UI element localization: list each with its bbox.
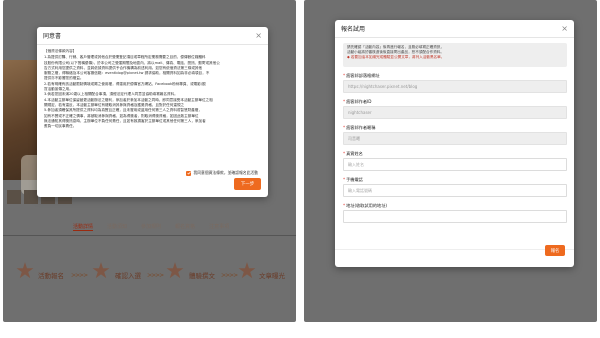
- tab-eligibility[interactable]: 報名資格: [175, 223, 195, 230]
- thumbnail[interactable]: [24, 190, 38, 204]
- register-modal-header: 報名試用 ×: [335, 20, 574, 38]
- step-1-star-icon: ★: [15, 259, 35, 284]
- form-field: *地址(收取試用的地址): [343, 202, 567, 223]
- close-icon[interactable]: ×: [255, 31, 262, 40]
- background-steps: ★ 活動報名 >>>> ★ 確認入選 >>>> ★ 體驗撰文 >>>> ★ 文章…: [3, 250, 296, 290]
- required-asterisk: *: [343, 151, 346, 156]
- step-arrow: >>>>: [147, 272, 164, 279]
- close-icon[interactable]: ×: [561, 24, 568, 33]
- consent-modal-header: 同意書 ×: [37, 27, 268, 45]
- register-modal: 報名試用 × 請先確認「活動內容」後再進行報名，且務必填寫正確資訊， 活動小組將於…: [335, 20, 574, 267]
- field-input[interactable]: https://nightchaser.pixnet.net/blog: [343, 80, 567, 93]
- required-asterisk: *: [343, 203, 346, 208]
- consent-text-line: 【個資法條款內容】: [44, 49, 77, 53]
- field-input[interactable]: nightchaser: [343, 106, 567, 119]
- field-label: *痞客邦部落格網址: [343, 72, 567, 80]
- consent-text-body: 【個資法條款內容】 1.為提供訂購、行銷、客戶管理或其他合於營業登記項目或章程所定…: [44, 49, 261, 169]
- submit-register-button[interactable]: 報名: [545, 245, 565, 256]
- required-asterisk: *: [343, 125, 346, 130]
- next-step-button[interactable]: 下一步: [234, 178, 261, 190]
- field-input[interactable]: [343, 210, 567, 223]
- field-label-text: 痞客邦作者ID: [346, 99, 372, 104]
- step-4-label: 文章曝光: [259, 272, 285, 280]
- field-label-text: 真實姓名: [346, 151, 363, 156]
- field-input[interactable]: 司音曦: [343, 132, 567, 145]
- form-field: *痞客邦作者暱稱 司音曦: [343, 124, 567, 145]
- register-modal-footer: [335, 249, 574, 267]
- register-modal-title: 報名試用: [341, 26, 366, 33]
- step-3-label: 體驗撰文: [189, 272, 215, 280]
- form-field: *痞客邦部落格網址 https://nightchaser.pixnet.net/…: [343, 72, 567, 93]
- tab-activity-details[interactable]: 活動詳情: [73, 223, 94, 231]
- consent-text-line: 應負一切民事責任。: [44, 124, 77, 129]
- tab-activity-notes[interactable]: 活動須知: [107, 223, 127, 230]
- form-field: *真實姓名 輸入姓名: [343, 150, 567, 171]
- form-field: *痞客邦作者ID nightchaser: [343, 98, 567, 119]
- step-2-star-icon: ★: [91, 259, 111, 284]
- register-form: *痞客邦部落格網址 https://nightchaser.pixnet.net/…: [343, 72, 567, 248]
- step-3-star-icon: ★: [165, 259, 185, 284]
- agree-label: 我同意個資法條款，並確認報名此活動: [193, 170, 258, 175]
- register-notice-box: 請先確認「活動內容」後再進行報名，且務必填寫正確資訊， 活動小組將於審核過後後直接…: [343, 43, 567, 67]
- field-input[interactable]: 輸入電話號碼: [343, 184, 567, 197]
- field-label: *痞客邦作者ID: [343, 98, 567, 106]
- field-label: *手機電話: [343, 176, 567, 184]
- left-screenshot-panel: 活動詳情 活動須知 參加規則 報名資格 注意事項 ★ 活動報名 >>>> ★ 確…: [3, 0, 296, 322]
- step-1-label: 活動報名: [38, 272, 64, 280]
- required-asterisk: *: [343, 73, 346, 78]
- field-label: *痞客邦作者暱稱: [343, 124, 567, 132]
- form-field: *手機電話 輸入電話號碼: [343, 176, 567, 197]
- field-label-text: 痞客邦部落格網址: [346, 73, 380, 78]
- step-4-star-icon: ★: [237, 259, 257, 284]
- field-label: *地址(收取試用的地址): [343, 202, 567, 210]
- checkmark-icon: [187, 171, 191, 175]
- thumbnail[interactable]: [7, 190, 21, 204]
- field-label: *真實姓名: [343, 150, 567, 158]
- field-input[interactable]: 輸入姓名: [343, 158, 567, 171]
- consent-modal: 同意書 × 【個資法條款內容】 1.為提供訂購、行銷、客戶管理或其他合於營業登記項…: [37, 27, 268, 197]
- agree-checkbox-row[interactable]: 我同意個資法條款，並確認報名此活動: [186, 170, 258, 176]
- field-label-text: 痞客邦作者暱稱: [346, 125, 376, 130]
- tab-notices[interactable]: 注意事項: [209, 223, 229, 230]
- step-2-label: 確認入選: [115, 272, 141, 280]
- tab-rules[interactable]: 參加規則: [141, 223, 161, 230]
- agree-checkbox[interactable]: [186, 170, 192, 176]
- field-label-text: 地址(收取試用的地址): [346, 203, 388, 208]
- field-label-text: 手機電話: [346, 177, 363, 182]
- consent-modal-title: 同意書: [43, 33, 62, 40]
- step-arrow: >>>>: [71, 272, 88, 279]
- required-asterisk: *: [343, 177, 346, 182]
- right-screenshot-panel: 報名試用 × 請先確認「活動內容」後再進行報名，且務必填寫正確資訊， 活動小組將於…: [304, 0, 597, 322]
- background-tab-nav: 活動詳情 活動須知 參加規則 報名資格 注意事項: [3, 218, 296, 236]
- notice-line: ◆ 若要加油本如總完成體驗並公開文章，將列入活動黑名單。: [347, 55, 445, 59]
- required-asterisk: *: [343, 99, 346, 104]
